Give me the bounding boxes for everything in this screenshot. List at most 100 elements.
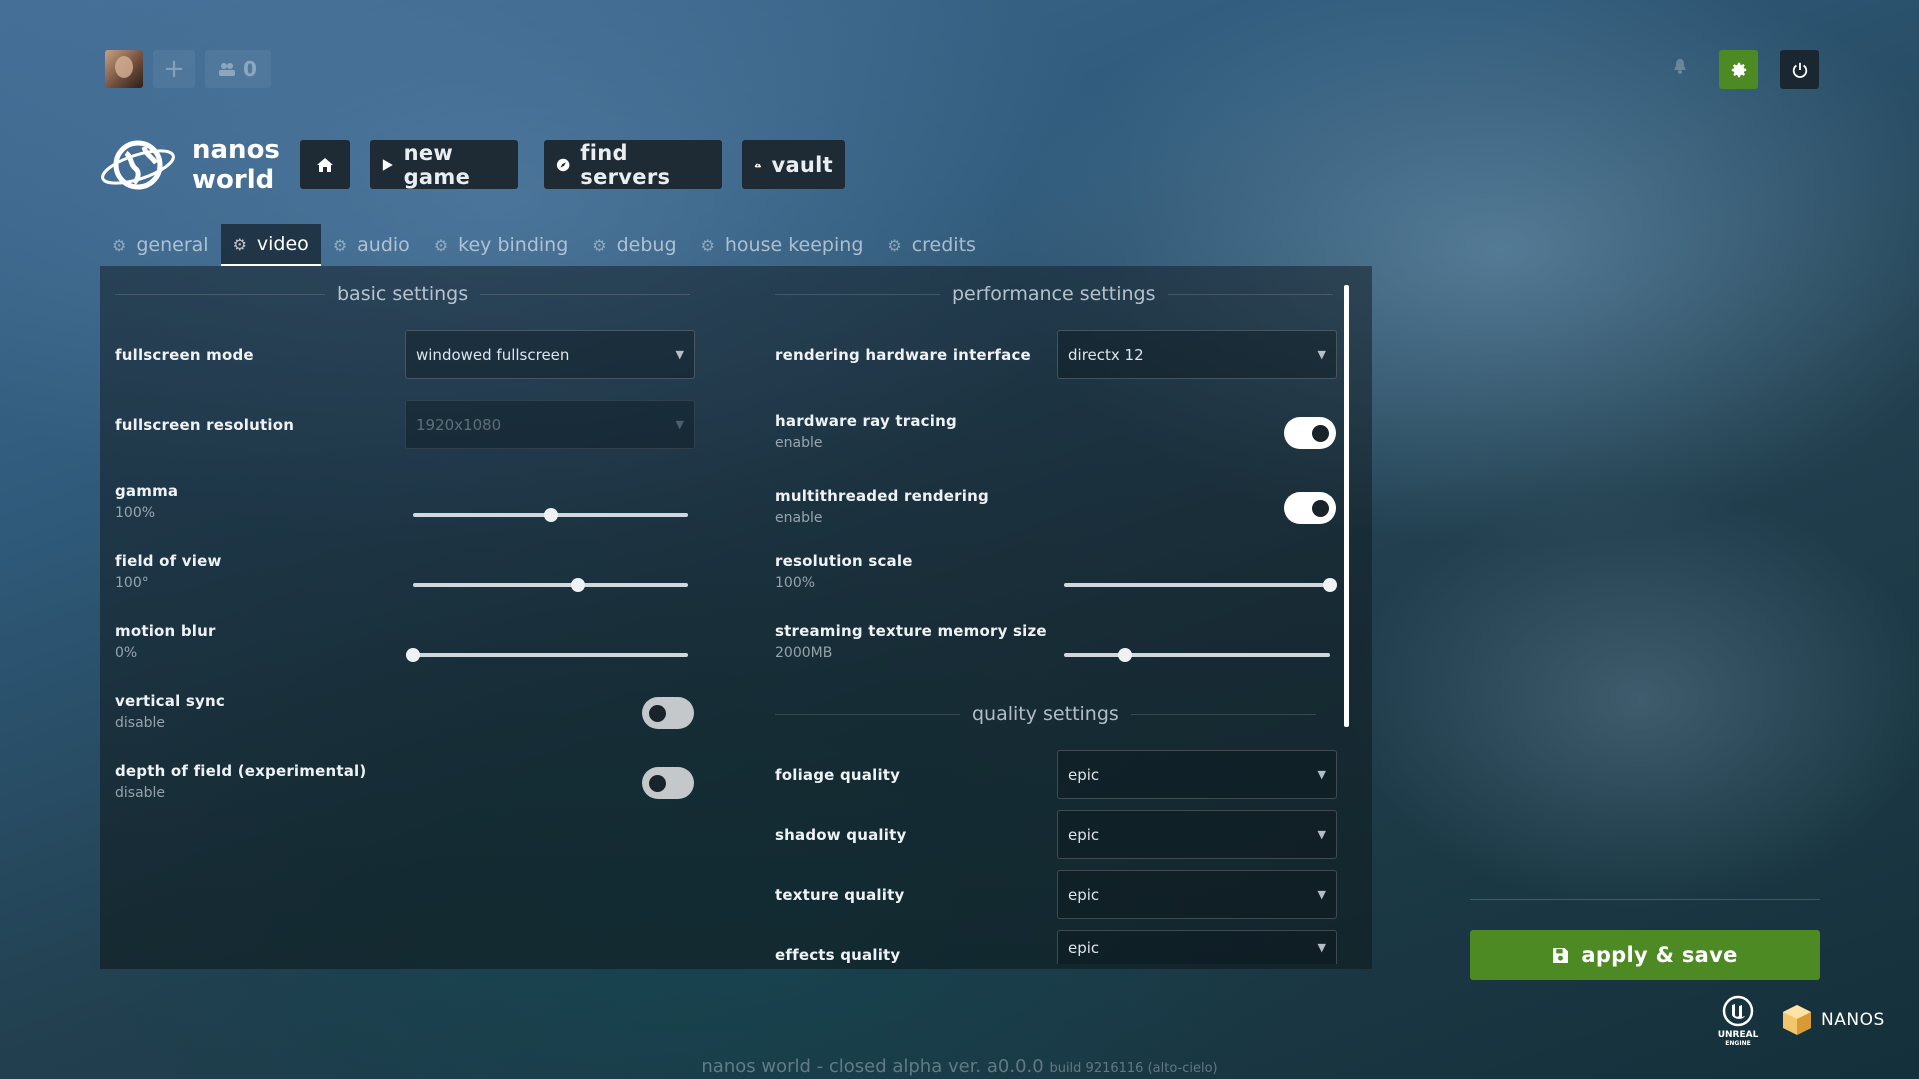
raytracing-toggle[interactable] (1284, 417, 1336, 449)
foliage-quality-label: foliage quality (775, 766, 901, 784)
slider-thumb[interactable] (1323, 578, 1337, 592)
save-icon (1553, 947, 1569, 963)
vsync-toggle[interactable] (642, 697, 694, 729)
fullscreen-resolution-value: 1920x1080 (416, 415, 502, 434)
version-footer: nanos world - closed alpha ver. a0.0.0 b… (0, 1056, 1919, 1077)
tab-label: video (256, 233, 309, 255)
globe-logo-icon (101, 140, 175, 190)
effects-quality-label: effects quality (775, 946, 901, 964)
gear-icon: ⚙ (112, 235, 127, 255)
chevron-down-icon: ▼ (1317, 768, 1326, 781)
motion-blur-slider[interactable] (406, 648, 688, 662)
texture-memory-label: streaming texture memory size (775, 622, 1047, 640)
fullscreen-resolution-label: fullscreen resolution (115, 416, 295, 434)
play-icon (382, 158, 393, 171)
tab-label: key binding (458, 234, 569, 256)
new-game-button[interactable]: new game (370, 140, 518, 189)
vault-button[interactable]: vault (742, 140, 845, 189)
rhi-select[interactable]: directx 12 ▼ (1057, 330, 1337, 379)
ue-line1: UNREAL (1717, 1030, 1759, 1040)
texture-memory-slider[interactable] (1064, 648, 1330, 662)
fullscreen-mode-value: windowed fullscreen (416, 345, 570, 364)
resolution-scale-slider[interactable] (1064, 578, 1337, 592)
motion-blur-label: motion blur (115, 622, 216, 640)
chevron-down-icon: ▼ (1317, 941, 1326, 954)
bell-icon (1674, 59, 1686, 74)
fullscreen-mode-select[interactable]: windowed fullscreen ▼ (405, 330, 695, 379)
tab-general[interactable]: ⚙ general (100, 224, 221, 266)
resolution-scale-value: 100% (775, 575, 816, 591)
settings-scrollbar[interactable] (1344, 285, 1349, 727)
chevron-down-icon: ▼ (1317, 348, 1326, 361)
foliage-quality-select[interactable]: epic ▼ (1057, 750, 1337, 799)
friends-count: 0 (243, 57, 257, 81)
gamma-slider[interactable] (413, 508, 688, 522)
slider-thumb[interactable] (571, 578, 585, 592)
multithreaded-label: multithreaded rendering (775, 487, 989, 505)
tab-video[interactable]: ⚙ video (220, 224, 321, 266)
texture-memory-value: 2000MB (775, 645, 833, 661)
divider (1470, 899, 1820, 900)
user-avatar[interactable] (105, 50, 143, 88)
multithreaded-toggle[interactable] (1284, 492, 1336, 524)
texture-quality-select[interactable]: epic ▼ (1057, 870, 1337, 919)
tab-label: audio (357, 234, 410, 256)
quality-settings-header: quality settings (775, 703, 1337, 725)
nanos-brand-text: NANOS (1821, 1010, 1885, 1030)
rhi-label: rendering hardware interface (775, 346, 1031, 364)
tab-label: house keeping (724, 234, 864, 256)
toggle-knob (649, 775, 666, 792)
tab-key-binding[interactable]: ⚙ key binding (422, 224, 580, 266)
add-friend-button[interactable]: + (153, 50, 195, 88)
fov-slider[interactable] (413, 578, 688, 592)
chevron-down-icon: ▼ (675, 418, 684, 431)
slider-thumb[interactable] (406, 648, 420, 662)
shadow-quality-value: epic (1068, 825, 1100, 844)
vsync-label: vertical sync (115, 692, 225, 710)
logo-line2: world (192, 165, 275, 195)
cube-icon (1783, 1005, 1811, 1035)
home-button[interactable] (300, 140, 350, 189)
find-servers-button[interactable]: find servers (544, 140, 722, 189)
tab-label: debug (616, 234, 677, 256)
tab-house-keeping[interactable]: ⚙ house keeping (689, 224, 876, 266)
resolution-scale-label: resolution scale (775, 552, 913, 570)
gear-icon: ⚙ (592, 235, 607, 255)
texture-quality-value: epic (1068, 885, 1100, 904)
dof-toggle[interactable] (642, 767, 694, 799)
dof-state: disable (115, 785, 166, 801)
find-servers-label: find servers (580, 140, 671, 189)
tab-debug[interactable]: ⚙ debug (580, 224, 688, 266)
nanos-world-logo: nanos world (100, 135, 280, 195)
gear-icon: ⚙ (232, 234, 247, 254)
gear-icon: ⚙ (700, 235, 715, 255)
fov-label: field of view (115, 552, 222, 570)
gear-icon: ⚙ (332, 235, 348, 255)
logo-line1: nanos (192, 135, 280, 165)
chevron-down-icon: ▼ (1317, 828, 1326, 841)
settings-button[interactable] (1719, 50, 1758, 89)
toggle-knob (1312, 425, 1329, 442)
friends-counter-button[interactable]: 0 (205, 50, 271, 88)
effects-quality-select[interactable]: epic ▼ (1057, 930, 1337, 964)
gear-icon: ⚙ (433, 235, 449, 255)
settings-tabs: ⚙ general ⚙ video ⚙ audio ⚙ key binding ⚙ deb… (100, 224, 988, 266)
slider-thumb[interactable] (543, 508, 558, 522)
unreal-logo-icon (1722, 995, 1754, 1027)
shadow-quality-label: shadow quality (775, 826, 907, 844)
fullscreen-resolution-select[interactable]: 1920x1080 ▼ (405, 400, 695, 449)
chevron-down-icon: ▼ (1317, 888, 1326, 901)
texture-quality-label: texture quality (775, 886, 905, 904)
rhi-value: directx 12 (1068, 345, 1144, 364)
cloud-upload-icon (754, 163, 762, 167)
tab-credits[interactable]: ⚙ credits (875, 224, 988, 266)
apply-save-button[interactable]: apply & save (1470, 930, 1820, 980)
ue-line2: ENGINE (1725, 1040, 1751, 1047)
fullscreen-mode-label: fullscreen mode (115, 346, 254, 364)
shadow-quality-select[interactable]: epic ▼ (1057, 810, 1337, 859)
power-button[interactable] (1780, 50, 1819, 89)
notifications-button[interactable] (1666, 55, 1694, 83)
new-game-label: new game (403, 140, 471, 189)
tab-audio[interactable]: ⚙ audio (321, 224, 422, 266)
gear-icon (1731, 62, 1746, 77)
